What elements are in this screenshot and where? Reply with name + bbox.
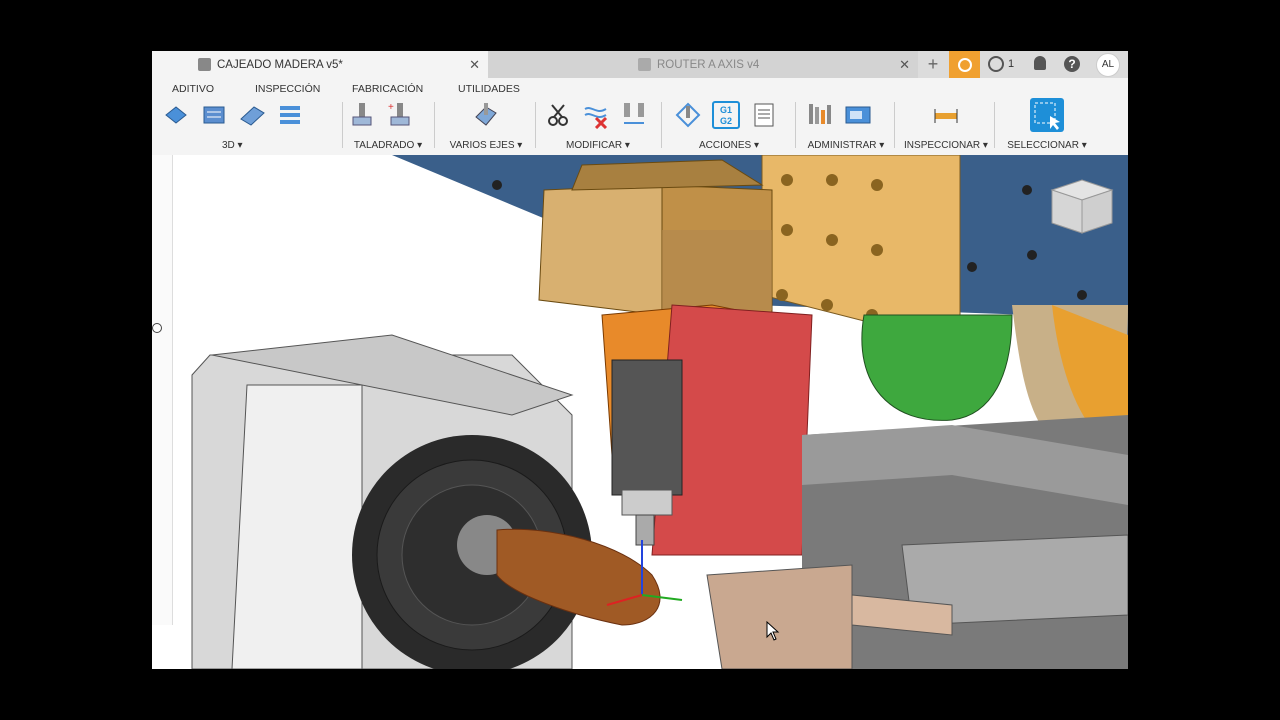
group-label-administrar[interactable]: ADMINISTRAR ▾ [806, 140, 886, 151]
cnc-machine-model [191, 155, 1128, 669]
browser-toggle-icon[interactable] [152, 323, 162, 333]
group-label-taladrado[interactable]: TALADRADO ▾ [348, 140, 428, 151]
multi-axis-icon[interactable] [472, 101, 500, 129]
group-inspeccionar[interactable]: INSPECCIONAR ▾ [904, 99, 988, 151]
ribbon-tab-utilidades[interactable]: UTILIDADES [458, 83, 520, 95]
group-modificar[interactable]: MODIFICAR ▾ [544, 99, 652, 151]
hole-recognition-icon[interactable]: + [386, 101, 414, 129]
drill-icon[interactable] [348, 101, 376, 129]
avatar[interactable]: AL [1096, 53, 1120, 77]
group-label-acciones[interactable]: ACCIONES ▾ [674, 140, 784, 151]
ribbon-tab-inspeccion[interactable]: INSPECCIÓN [255, 83, 320, 95]
ribbon-divider [661, 102, 662, 148]
3d-viewport[interactable] [152, 155, 1128, 669]
tool-library-icon[interactable] [806, 101, 834, 129]
group-3d[interactable]: 3D ▾ [152, 99, 332, 151]
simulate-icon[interactable] [674, 101, 702, 129]
browser-panel-collapsed[interactable] [152, 155, 173, 625]
3d-pocket-icon[interactable] [200, 101, 228, 129]
tab-router-a-axis[interactable]: ROUTER A AXIS v4 ✕ [488, 51, 918, 78]
bell-icon[interactable] [1034, 56, 1046, 70]
scissors-icon[interactable] [544, 101, 572, 129]
setup-sheet-icon[interactable] [750, 101, 778, 129]
group-seleccionar[interactable]: SELECCIONAR ▾ [1004, 98, 1090, 151]
select-icon[interactable] [1030, 98, 1064, 132]
document-tab-bar: CAJEADO MADERA v5* ✕ ROUTER A AXIS v4 ✕ … [152, 51, 1128, 78]
post-process-icon[interactable]: G1 G2 [712, 101, 740, 129]
machine-library-icon[interactable] [844, 101, 872, 129]
group-label-modificar[interactable]: MODIFICAR ▾ [544, 140, 652, 151]
ribbon-divider [894, 102, 895, 148]
group-administrar[interactable]: ADMINISTRAR ▾ [806, 99, 886, 151]
ribbon-divider [434, 102, 435, 148]
3d-strategy-icon[interactable] [162, 101, 190, 129]
tab-label: CAJEADO MADERA v5* [217, 58, 343, 71]
group-label-3d[interactable]: 3D ▾ [222, 140, 243, 151]
document-icon [638, 58, 651, 71]
measure-icon[interactable] [932, 101, 960, 129]
ribbon-tab-aditivo[interactable]: ADITIVO [172, 83, 214, 95]
recent-jobs-button[interactable]: 1 [988, 56, 1014, 72]
job-status-icon[interactable] [949, 51, 980, 78]
close-tab-icon[interactable]: ✕ [899, 57, 910, 73]
group-taladrado[interactable]: + TALADRADO ▾ [348, 99, 428, 151]
3d-contour-icon[interactable] [276, 101, 304, 129]
ribbon-divider [342, 102, 343, 148]
group-label-inspeccionar[interactable]: INSPECCIONAR ▾ [904, 140, 988, 151]
close-tab-icon[interactable]: ✕ [469, 57, 480, 73]
ribbon-divider [535, 102, 536, 148]
group-label-seleccionar[interactable]: SELECCIONAR ▾ [1004, 140, 1090, 151]
tab-label: ROUTER A AXIS v4 [657, 58, 760, 71]
mouse-cursor-icon [766, 621, 780, 641]
svg-text:+: + [388, 102, 394, 113]
tool-length-icon[interactable] [620, 101, 648, 129]
ribbon-tab-fabricacion[interactable]: FABRICACIÓN [352, 83, 423, 95]
new-tab-icon[interactable]: + [924, 55, 942, 73]
jobs-count: 1 [1008, 58, 1015, 70]
delete-toolpath-icon[interactable] [582, 101, 610, 129]
app-window: CAJEADO MADERA v5* ✕ ROUTER A AXIS v4 ✕ … [152, 51, 1128, 669]
group-varios-ejes[interactable]: VARIOS EJES ▾ [444, 99, 528, 151]
help-icon[interactable]: ? [1064, 56, 1080, 72]
clock-icon [988, 56, 1004, 72]
ribbon-divider [994, 102, 995, 148]
group-acciones[interactable]: G1 G2 ACCIONES ▾ [674, 99, 784, 151]
toolbar-ribbon: ADITIVO INSPECCIÓN FABRICACIÓN UTILIDADE… [152, 78, 1128, 156]
document-icon [198, 58, 211, 71]
ribbon-divider [795, 102, 796, 148]
group-label-varios-ejes[interactable]: VARIOS EJES ▾ [444, 140, 528, 151]
tab-cajeado-madera[interactable]: CAJEADO MADERA v5* ✕ [152, 51, 488, 78]
3d-parallel-icon[interactable] [238, 101, 266, 129]
